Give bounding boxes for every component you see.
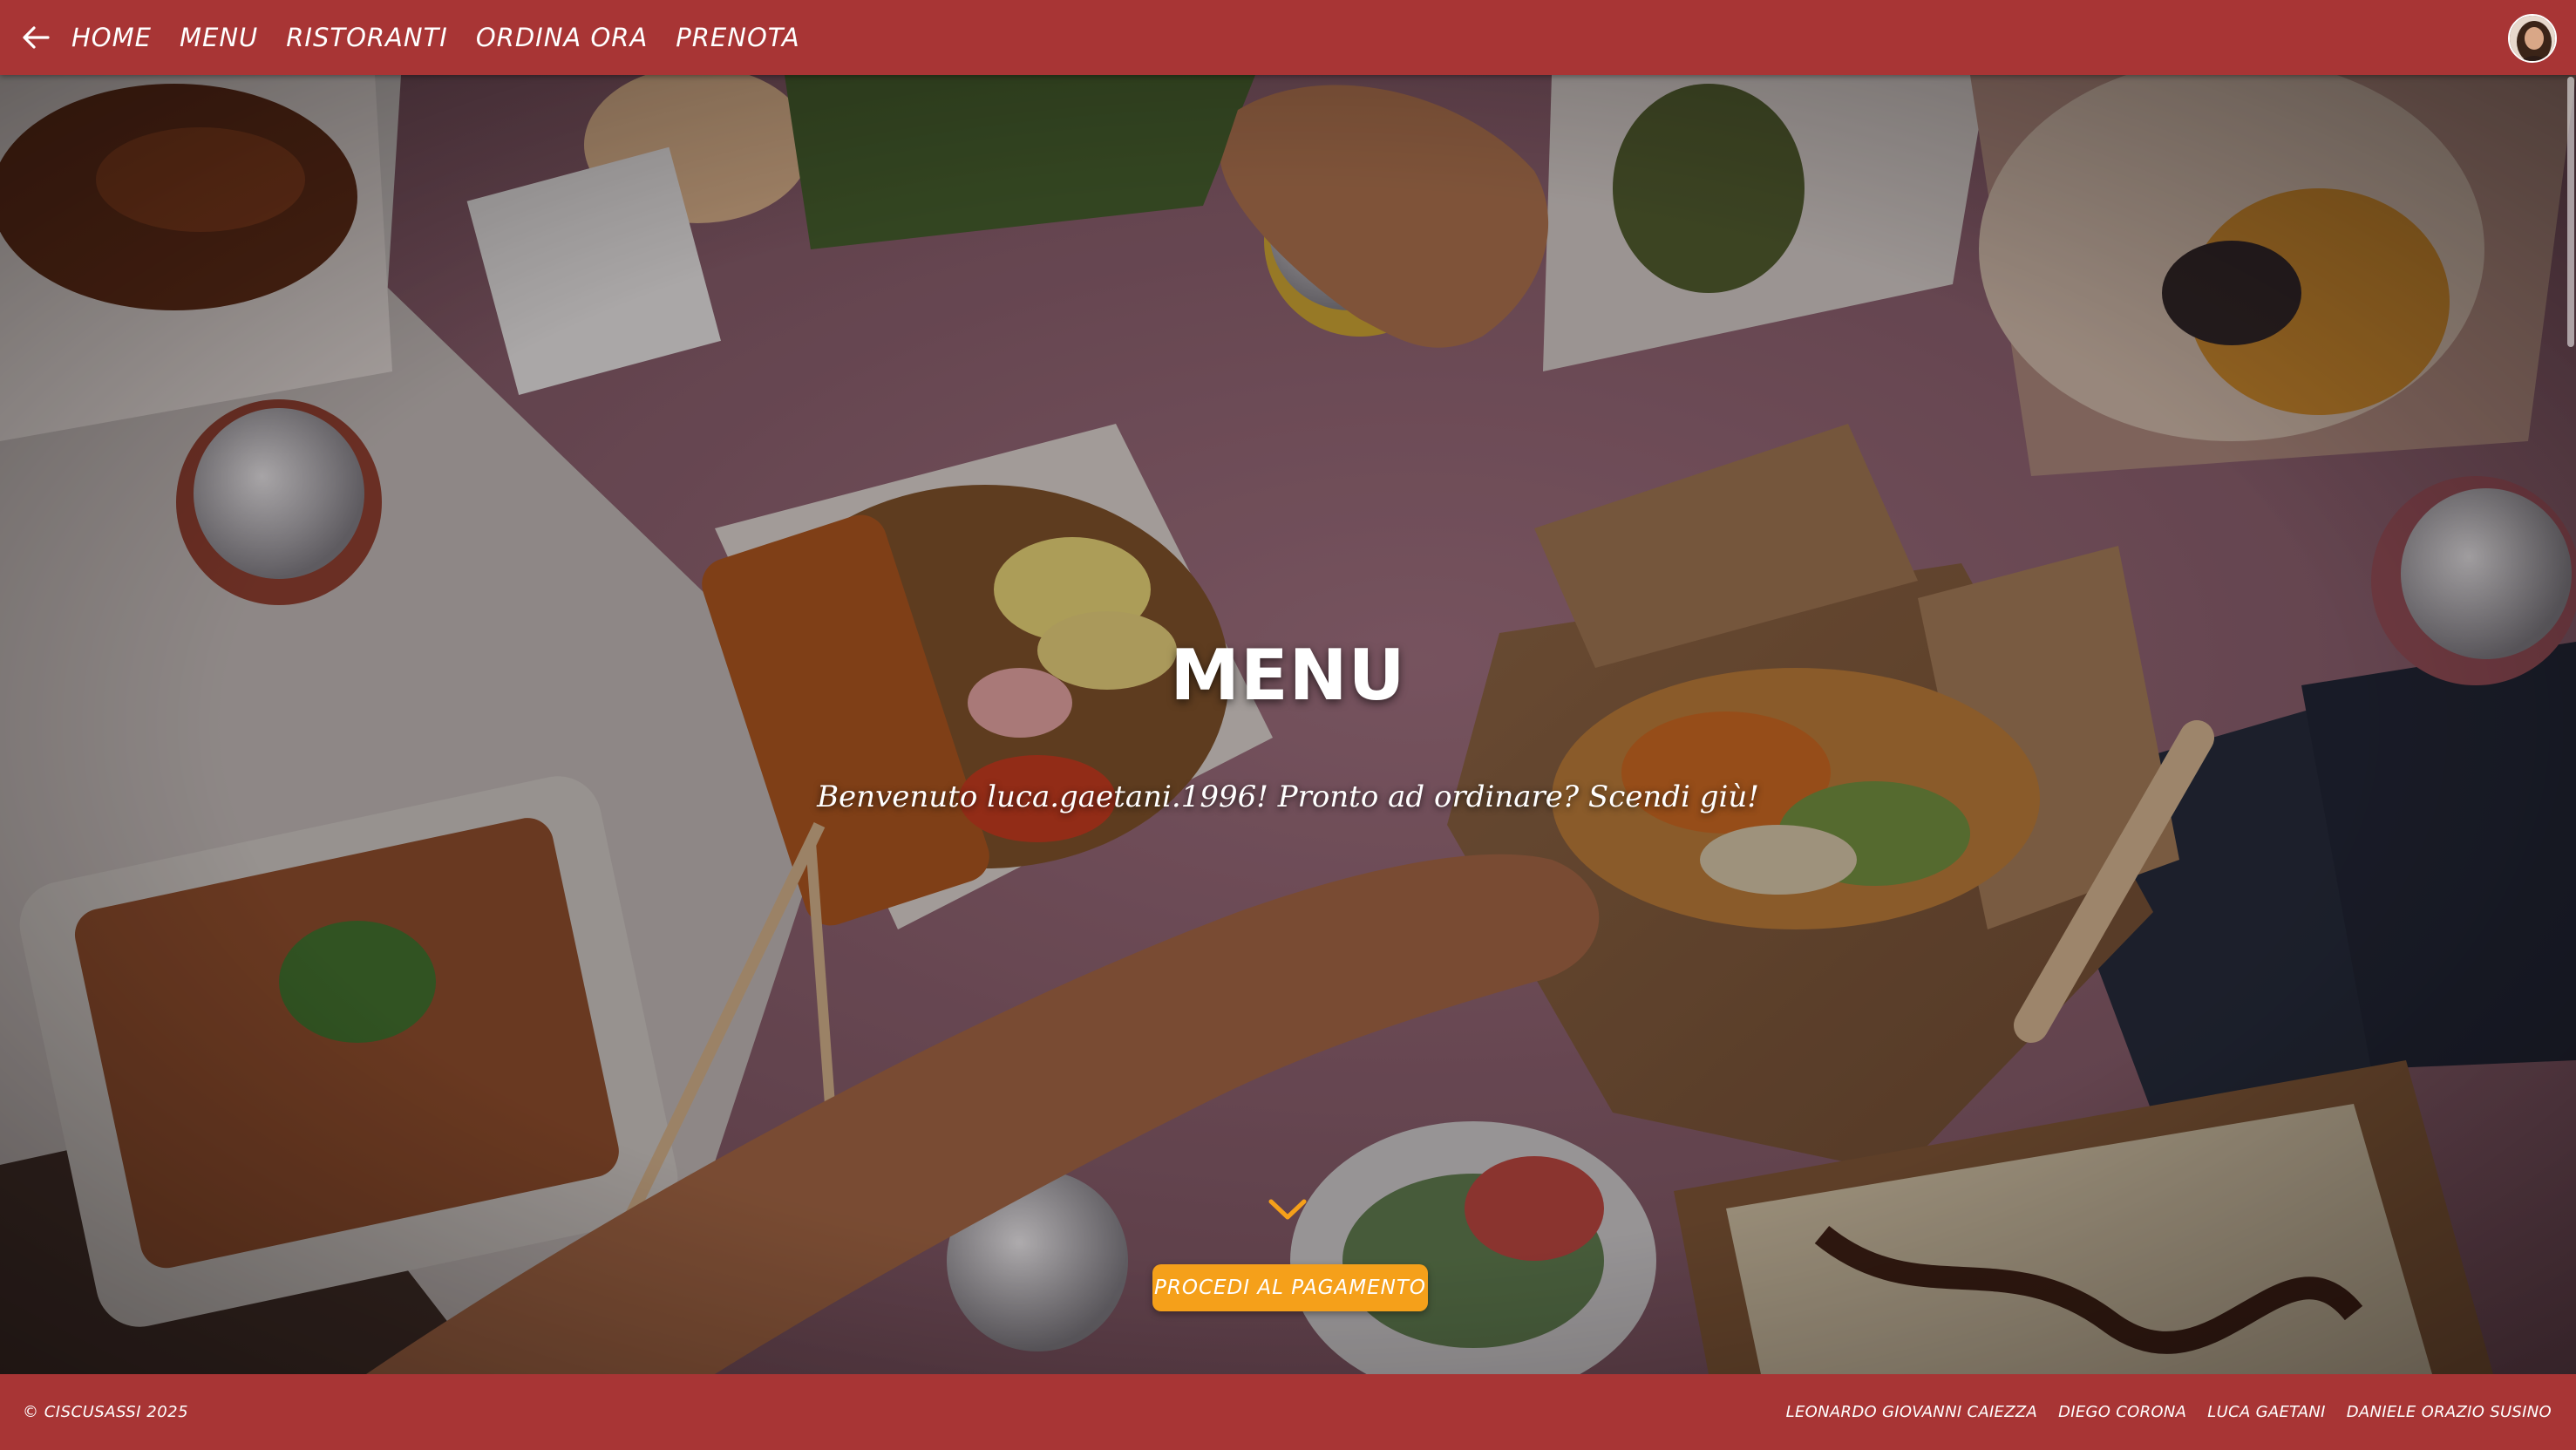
author-link[interactable]: LUCA GAETANI — [2207, 1403, 2325, 1421]
author-link[interactable]: LEONARDO GIOVANNI CAIEZZA — [1786, 1403, 2037, 1421]
welcome-message: Benvenuto luca.gaetani.1996! Pronto ad o… — [817, 779, 1759, 814]
page-title: MENU — [1170, 635, 1406, 716]
back-button[interactable] — [0, 0, 71, 75]
arrow-left-icon — [23, 26, 50, 49]
nav-link-ordina-ora[interactable]: ORDINA ORA — [476, 23, 648, 52]
chevron-down-icon[interactable] — [1266, 1196, 1309, 1222]
author-link[interactable]: DIEGO CORONA — [2058, 1403, 2186, 1421]
avatar-image — [2510, 16, 2555, 61]
nav-link-ristoranti[interactable]: RISTORANTI — [286, 23, 448, 52]
nav-link-prenota[interactable]: PRENOTA — [676, 23, 799, 52]
main-nav: HOME MENU RISTORANTI ORDINA ORA PRENOTA — [71, 23, 800, 52]
nav-link-menu[interactable]: MENU — [180, 23, 258, 52]
page-scrollbar[interactable] — [2567, 77, 2574, 347]
hero-dark-overlay — [0, 75, 2576, 1374]
author-list: LEONARDO GIOVANNI CAIEZZA DIEGO CORONA L… — [1786, 1403, 2552, 1421]
author-link[interactable]: DANIELE ORAZIO SUSINO — [2347, 1403, 2552, 1421]
top-navbar: HOME MENU RISTORANTI ORDINA ORA PRENOTA — [0, 0, 2576, 75]
hero-section: MENU Benvenuto luca.gaetani.1996! Pronto… — [0, 75, 2576, 1374]
nav-link-home[interactable]: HOME — [71, 23, 152, 52]
copyright-text: © CISCUSASSI 2025 — [23, 1403, 189, 1421]
user-avatar[interactable] — [2508, 14, 2557, 63]
footer: © CISCUSASSI 2025 LEONARDO GIOVANNI CAIE… — [0, 1374, 2576, 1450]
proceed-to-payment-button[interactable]: PROCEDI AL PAGAMENTO — [1152, 1264, 1428, 1311]
